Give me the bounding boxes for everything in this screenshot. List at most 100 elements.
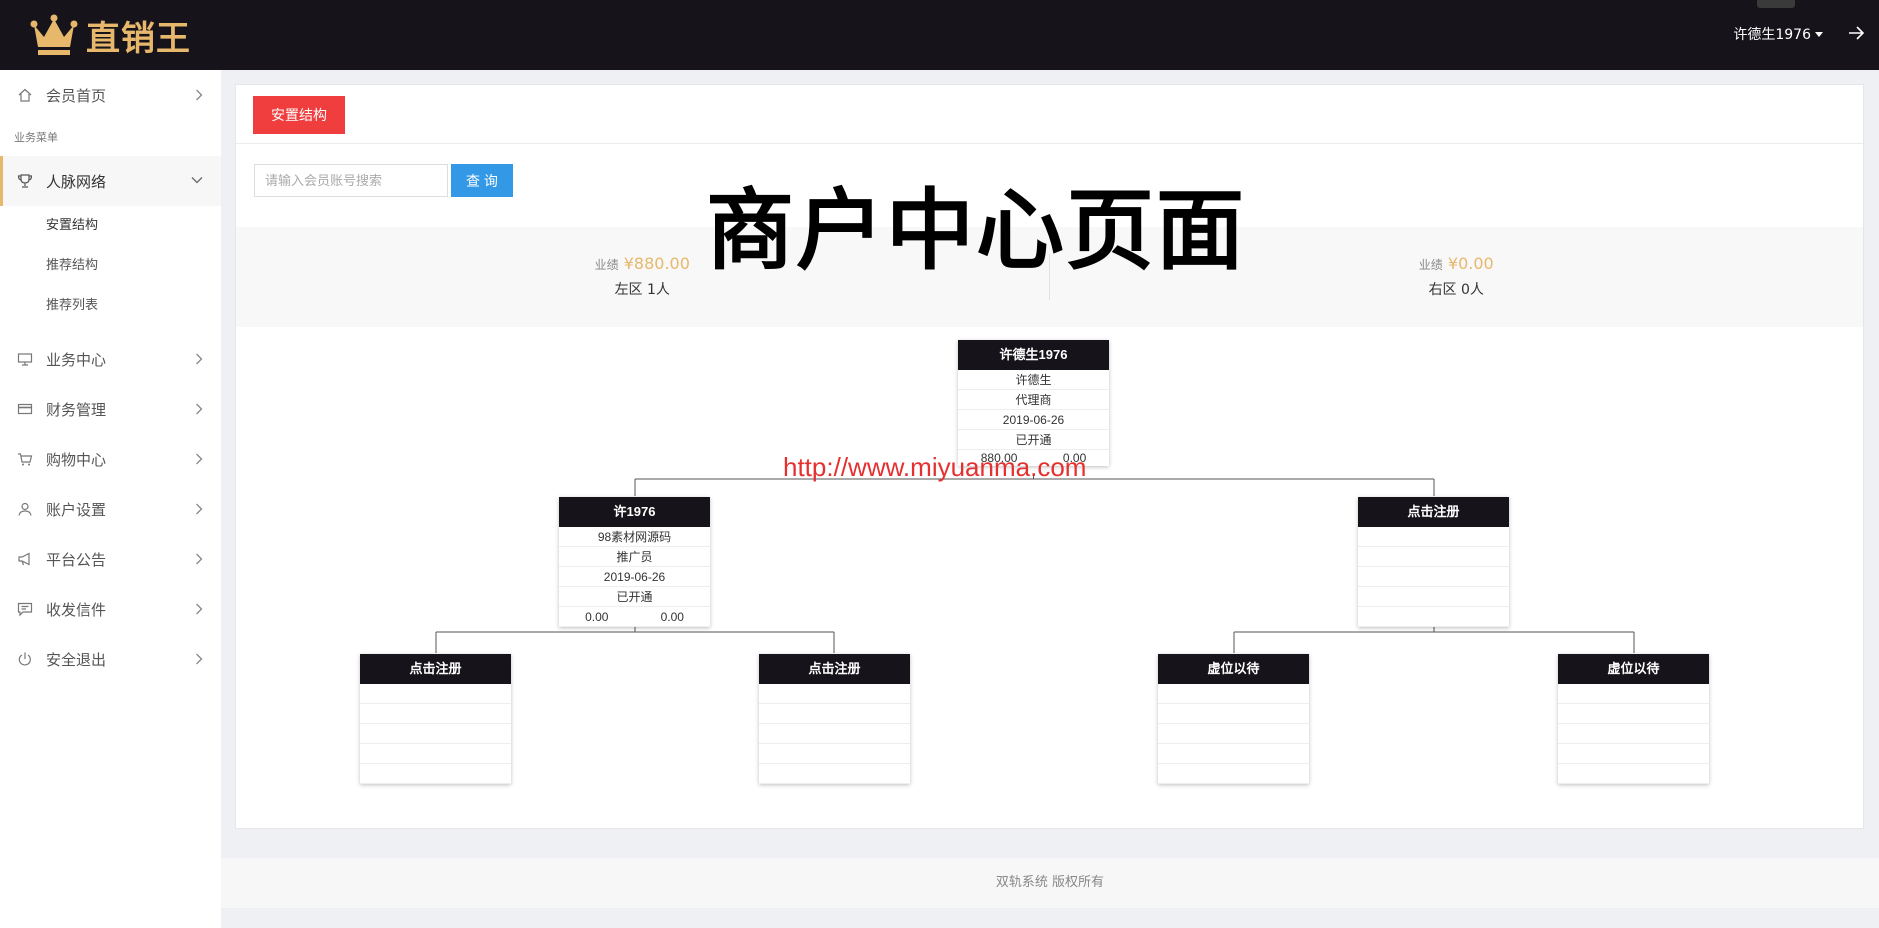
node-row xyxy=(360,764,511,784)
tree-node-left-right[interactable]: 点击注册 xyxy=(759,654,910,784)
sidebar-item-account[interactable]: 账户设置 xyxy=(0,484,221,534)
node-row: 98素材网源码 xyxy=(559,527,710,547)
node-row: 2019-06-26 xyxy=(559,567,710,587)
tree-node-right[interactable]: 点击注册 xyxy=(1358,497,1509,627)
sidebar-subitem-referral-structure[interactable]: 推荐结构 xyxy=(0,246,221,286)
node-row xyxy=(1558,744,1709,764)
node-row: 代理商 xyxy=(958,390,1109,410)
node-row xyxy=(1158,704,1309,724)
section-label: 业务菜单 xyxy=(14,131,58,144)
node-row xyxy=(759,704,910,724)
node-right-amount: 0.00 xyxy=(660,610,684,624)
sidebar-item-announcements[interactable]: 平台公告 xyxy=(0,534,221,584)
node-left-amount: 0.00 xyxy=(585,610,609,624)
node-title: 许德生1976 xyxy=(958,340,1109,370)
node-title: 点击注册 xyxy=(360,654,511,684)
tree-node-root[interactable]: 许德生1976 许德生 代理商 2019-06-26 已开通 880.00 0.… xyxy=(958,340,1109,466)
tree-node-right-left[interactable]: 虚位以待 xyxy=(1158,654,1309,784)
node-row xyxy=(1358,567,1509,587)
search-bar: 查 询 xyxy=(254,164,513,197)
node-row xyxy=(1158,724,1309,744)
sidebar-item-label: 财务管理 xyxy=(46,400,107,419)
node-row: 2019-06-26 xyxy=(958,410,1109,430)
sidebar-item-label: 会员首页 xyxy=(46,86,107,105)
node-row xyxy=(1358,547,1509,567)
node-row xyxy=(759,684,910,704)
crown-icon xyxy=(30,14,78,55)
node-row xyxy=(1358,587,1509,607)
node-row xyxy=(1558,704,1709,724)
node-title: 点击注册 xyxy=(1358,497,1509,527)
sidebar-item-label: 人脉网络 xyxy=(46,172,107,191)
node-row xyxy=(360,724,511,744)
tree-node-left[interactable]: 许1976 98素材网源码 推广员 2019-06-26 已开通 0.00 0.… xyxy=(559,497,710,627)
username: 许德生1976 xyxy=(1733,27,1811,43)
node-row xyxy=(1558,764,1709,784)
logo[interactable]: 直销王 xyxy=(30,10,191,60)
node-row xyxy=(1358,527,1509,547)
chevron-right-icon xyxy=(196,453,203,465)
chevron-right-icon xyxy=(196,603,203,615)
node-row xyxy=(1558,724,1709,744)
node-row xyxy=(360,744,511,764)
sidebar-subitem-placement[interactable]: 安置结构 xyxy=(0,206,221,246)
sidebar-item-label: 收发信件 xyxy=(46,600,107,619)
overlay-title: 商户中心页面 xyxy=(706,179,1247,282)
node-row xyxy=(1158,764,1309,784)
tree-node-right-right[interactable]: 虚位以待 xyxy=(1558,654,1709,784)
sidebar-item-label: 购物中心 xyxy=(46,450,107,469)
card-icon xyxy=(17,403,33,415)
sidebar-item-shop[interactable]: 购物中心 xyxy=(0,434,221,484)
cart-icon xyxy=(18,453,33,466)
node-row xyxy=(759,744,910,764)
node-title: 虚位以待 xyxy=(1558,654,1709,684)
tab-placement-structure[interactable]: 安置结构 xyxy=(253,96,345,134)
chevron-right-icon xyxy=(196,653,203,665)
node-title: 点击注册 xyxy=(759,654,910,684)
sidebar-subitem-referral-list[interactable]: 推荐列表 xyxy=(0,286,221,326)
sidebar-item-business[interactable]: 业务中心 xyxy=(0,334,221,384)
footer: 双轨系统 版权所有 xyxy=(221,858,1879,908)
node-row xyxy=(759,764,910,784)
sidebar: 会员首页 业务菜单 人脉网络 安置结构 推荐结构 推荐列表 业务中心 财务管理 … xyxy=(0,70,221,928)
sidebar-item-finance[interactable]: 财务管理 xyxy=(0,384,221,434)
watermark: http://www.miyuanma.com xyxy=(783,452,1087,482)
home-icon xyxy=(18,88,32,102)
monitor-icon xyxy=(17,353,33,366)
sidebar-item-label: 平台公告 xyxy=(46,550,107,569)
node-row: 已开通 xyxy=(958,430,1109,450)
node-row xyxy=(759,724,910,744)
user-icon xyxy=(18,502,32,516)
search-button[interactable]: 查 询 xyxy=(451,164,513,197)
node-row: 推广员 xyxy=(559,547,710,567)
node-title: 虚位以待 xyxy=(1158,654,1309,684)
sidebar-item-network[interactable]: 人脉网络 xyxy=(0,156,221,206)
sidebar-item-label: 业务中心 xyxy=(46,350,107,369)
node-row xyxy=(360,704,511,724)
right-perf-value: ¥0.00 xyxy=(1447,254,1494,273)
node-row xyxy=(1158,744,1309,764)
perf-label: 业绩 xyxy=(594,258,619,272)
node-row xyxy=(1358,607,1509,627)
chevron-down-icon xyxy=(191,177,203,184)
chevron-right-icon xyxy=(196,553,203,565)
message-icon xyxy=(17,602,33,617)
tree-node-left-left[interactable]: 点击注册 xyxy=(360,654,511,784)
chevron-right-icon xyxy=(196,403,203,415)
sidebar-item-logout[interactable]: 安全退出 xyxy=(0,634,221,684)
node-row: 许德生 xyxy=(958,370,1109,390)
sidebar-item-home[interactable]: 会员首页 xyxy=(0,70,221,120)
node-title: 许1976 xyxy=(559,497,710,527)
node-row xyxy=(360,684,511,704)
sidebar-item-messages[interactable]: 收发信件 xyxy=(0,584,221,634)
node-row: 已开通 xyxy=(559,587,710,607)
user-menu[interactable]: 许德生1976 xyxy=(1733,24,1823,44)
sidebar-item-label: 账户设置 xyxy=(46,500,107,519)
trophy-icon xyxy=(17,174,33,188)
chevron-right-icon xyxy=(196,503,203,515)
logout-arrow-icon[interactable] xyxy=(1845,22,1867,44)
search-input[interactable] xyxy=(254,164,448,197)
left-perf-value: ¥880.00 xyxy=(623,254,690,273)
megaphone-icon xyxy=(18,552,30,566)
power-icon xyxy=(18,652,31,666)
